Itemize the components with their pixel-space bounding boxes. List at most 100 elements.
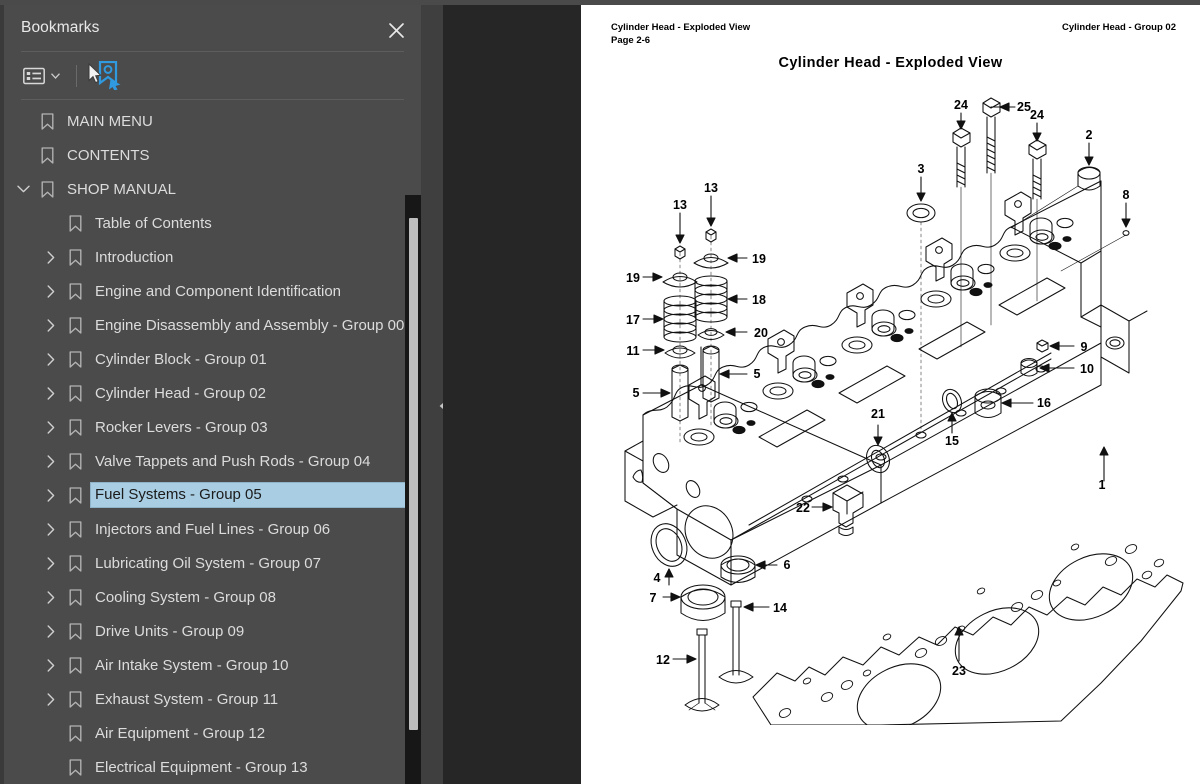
bookmark-item[interactable]: Injectors and Fuel Lines - Group 06 bbox=[4, 512, 421, 546]
page-header-right: Cylinder Head - Group 02 bbox=[1061, 22, 1176, 33]
bookmark-item-label: Drive Units - Group 09 bbox=[95, 622, 245, 640]
bookmark-icon bbox=[64, 554, 86, 572]
bookmark-item[interactable]: Lubricating Oil System - Group 07 bbox=[4, 546, 421, 580]
bookmark-item-label: Injectors and Fuel Lines - Group 06 bbox=[95, 520, 331, 538]
bookmark-item[interactable]: CONTENTS bbox=[4, 138, 421, 172]
bookmark-item-label: Lubricating Oil System - Group 07 bbox=[95, 554, 321, 572]
bookmark-icon bbox=[64, 758, 86, 776]
bookmark-item[interactable]: Exhaust System - Group 11 bbox=[4, 682, 421, 716]
chevron-right-icon[interactable] bbox=[38, 352, 64, 366]
toolbar-separator bbox=[76, 64, 77, 87]
chevron-right-icon[interactable] bbox=[38, 556, 64, 570]
chevron-right-icon[interactable] bbox=[38, 420, 64, 434]
chevron-right-icon[interactable] bbox=[38, 386, 64, 400]
bookmark-item-label: Cylinder Head - Group 02 bbox=[95, 384, 266, 402]
bookmark-item-label: SHOP MANUAL bbox=[67, 180, 176, 198]
chevron-right-icon[interactable] bbox=[38, 318, 64, 332]
bookmark-item[interactable]: Drive Units - Group 09 bbox=[4, 614, 421, 648]
bookmark-item[interactable]: Cooling System - Group 08 bbox=[4, 580, 421, 614]
page-number-label: Page 2-6 bbox=[611, 34, 651, 46]
bookmark-item[interactable]: Engine and Component Identification bbox=[4, 274, 421, 308]
bookmarks-toolbar bbox=[4, 52, 421, 99]
chevron-down-icon[interactable] bbox=[10, 185, 36, 193]
svg-text:16: 16 bbox=[1037, 396, 1051, 410]
svg-text:20: 20 bbox=[754, 326, 768, 340]
svg-text:5: 5 bbox=[754, 367, 761, 381]
svg-text:9: 9 bbox=[1081, 340, 1088, 354]
list-options-icon[interactable] bbox=[21, 61, 64, 91]
document-page: Cylinder Head - Exploded View Page 2-6 C… bbox=[581, 5, 1200, 784]
new-bookmark-button[interactable] bbox=[88, 60, 128, 91]
bookmark-item[interactable]: Engine Disassembly and Assembly - Group … bbox=[4, 308, 421, 342]
bookmark-icon bbox=[64, 384, 86, 402]
page-header-left: Cylinder Head - Exploded View Page 2-6 bbox=[611, 22, 750, 47]
svg-text:13: 13 bbox=[673, 198, 687, 212]
bookmarks-tree[interactable]: MAIN MENU CONTENTS SHOP MANUAL Table of Con… bbox=[4, 100, 421, 784]
panel-title: Bookmarks bbox=[21, 19, 100, 36]
bookmark-item[interactable]: SHOP MANUAL bbox=[4, 172, 421, 206]
bookmark-icon bbox=[64, 622, 86, 640]
bookmark-item[interactable]: Table of Contents bbox=[4, 206, 421, 240]
svg-text:7: 7 bbox=[650, 591, 657, 605]
chevron-right-icon[interactable] bbox=[38, 692, 64, 706]
bookmark-item[interactable]: Cylinder Head - Group 02 bbox=[4, 376, 421, 410]
bookmark-item[interactable]: Air Equipment - Group 12 bbox=[4, 716, 421, 750]
bookmark-item-label: Table of Contents bbox=[95, 214, 212, 232]
chevron-right-icon[interactable] bbox=[38, 488, 64, 502]
bookmark-item[interactable]: Electrical Equipment - Group 13 bbox=[4, 750, 421, 784]
bookmark-icon bbox=[64, 690, 86, 708]
svg-text:14: 14 bbox=[773, 601, 787, 615]
bookmark-item[interactable]: Valve Tappets and Push Rods - Group 04 bbox=[4, 444, 421, 478]
panel-gutter bbox=[421, 5, 443, 784]
pdf-viewer-window: Bookmarks MAIN MENU CONTENTS SHOP MANUAL… bbox=[0, 0, 1200, 784]
bookmark-item[interactable]: Cylinder Block - Group 01 bbox=[4, 342, 421, 376]
bookmark-item[interactable]: Air Intake System - Group 10 bbox=[4, 648, 421, 682]
bookmark-icon bbox=[64, 724, 86, 742]
bookmark-icon bbox=[64, 486, 86, 504]
svg-text:1: 1 bbox=[1099, 478, 1106, 492]
svg-text:11: 11 bbox=[626, 344, 639, 358]
bookmarks-scrollbar[interactable] bbox=[405, 195, 421, 784]
chevron-right-icon[interactable] bbox=[38, 522, 64, 536]
bookmark-item-label: Air Intake System - Group 10 bbox=[95, 656, 289, 674]
svg-text:8: 8 bbox=[1123, 188, 1130, 202]
bookmark-icon bbox=[64, 282, 86, 300]
svg-text:12: 12 bbox=[656, 653, 670, 667]
bookmark-item[interactable]: Rocker Levers - Group 03 bbox=[4, 410, 421, 444]
bookmark-item-label: Engine Disassembly and Assembly - Group … bbox=[95, 316, 405, 334]
chevron-right-icon[interactable] bbox=[38, 590, 64, 604]
bookmark-icon bbox=[64, 656, 86, 674]
svg-text:6: 6 bbox=[784, 558, 791, 572]
bookmark-icon bbox=[64, 248, 86, 266]
bookmark-item-label: Engine and Component Identification bbox=[95, 282, 342, 300]
page-title: Cylinder Head - Exploded View bbox=[778, 55, 1003, 71]
bookmark-icon bbox=[64, 418, 86, 436]
bookmark-item-label: Cylinder Block - Group 01 bbox=[95, 350, 267, 368]
bookmark-icon bbox=[36, 180, 58, 198]
bookmark-item[interactable]: MAIN MENU bbox=[4, 104, 421, 138]
chevron-right-icon[interactable] bbox=[38, 454, 64, 468]
bookmark-item-label: Valve Tappets and Push Rods - Group 04 bbox=[95, 452, 371, 470]
bookmark-item-label: Air Equipment - Group 12 bbox=[95, 724, 266, 742]
chevron-right-icon[interactable] bbox=[38, 250, 64, 264]
scrollbar-thumb[interactable] bbox=[409, 218, 418, 730]
bookmark-icon bbox=[64, 520, 86, 538]
chevron-down-icon[interactable] bbox=[48, 69, 62, 83]
svg-text:18: 18 bbox=[752, 293, 766, 307]
bookmark-item-label: Cooling System - Group 08 bbox=[95, 588, 276, 606]
bookmark-item-label: Rocker Levers - Group 03 bbox=[95, 418, 268, 436]
chevron-right-icon[interactable] bbox=[38, 624, 64, 638]
close-icon[interactable] bbox=[383, 17, 409, 43]
svg-text:23: 23 bbox=[952, 664, 966, 678]
svg-text:19: 19 bbox=[626, 271, 640, 285]
bookmark-item[interactable]: Fuel Systems - Group 05 bbox=[4, 478, 421, 512]
svg-text:21: 21 bbox=[871, 407, 885, 421]
svg-text:4: 4 bbox=[654, 571, 661, 585]
bookmark-item-label: Introduction bbox=[95, 248, 174, 266]
svg-text:25: 25 bbox=[1017, 100, 1031, 114]
chevron-right-icon[interactable] bbox=[38, 658, 64, 672]
bookmark-item[interactable]: Introduction bbox=[4, 240, 421, 274]
bookmark-item-label: Electrical Equipment - Group 13 bbox=[95, 758, 308, 776]
svg-text:5: 5 bbox=[633, 386, 640, 400]
chevron-right-icon[interactable] bbox=[38, 284, 64, 298]
